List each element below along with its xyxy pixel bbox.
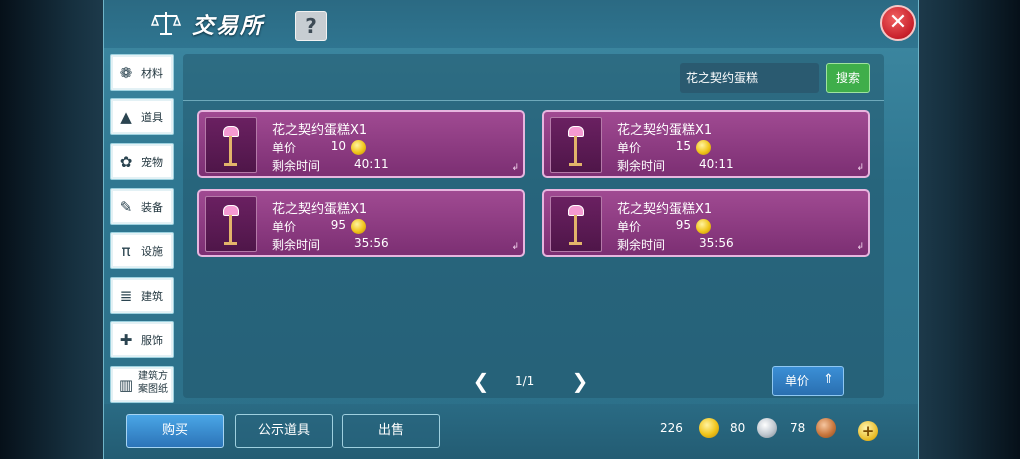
listing-card[interactable]: 花之契约蛋糕X1 单价 10 剩余时间 40:11 ↲ bbox=[197, 110, 525, 178]
price-label: 单价 bbox=[272, 141, 297, 155]
category-materials[interactable]: ❁ 材料 bbox=[110, 54, 174, 91]
time-label: 剩余时间 bbox=[272, 159, 321, 173]
blueprint-icon: ▥ bbox=[118, 376, 134, 394]
clothing-icon: ✚ bbox=[119, 331, 133, 349]
silver-coin-icon bbox=[757, 418, 777, 438]
item-name: 花之契约蛋糕X1 bbox=[272, 202, 368, 217]
listing-area: 花之契约蛋糕 搜索 花之契约蛋糕X1 单价 10 剩余时间 40:11 ↲ 花之… bbox=[183, 54, 884, 398]
help-button[interactable]: ? bbox=[295, 11, 327, 41]
page-indicator: 1/1 bbox=[515, 374, 535, 388]
time-label: 剩余时间 bbox=[272, 238, 321, 252]
add-currency-button[interactable]: + bbox=[858, 421, 878, 441]
price-label: 单价 bbox=[272, 220, 297, 234]
time-value: 35:56 bbox=[354, 236, 389, 250]
price-value: 10 bbox=[330, 139, 346, 153]
time-label: 剩余时间 bbox=[617, 238, 666, 252]
listing-card[interactable]: 花之契约蛋糕X1 单价 95 剩余时间 35:56 ↲ bbox=[197, 189, 525, 257]
corner-mark-icon: ↲ bbox=[856, 242, 864, 252]
item-name: 花之契约蛋糕X1 bbox=[617, 123, 713, 138]
sort-by-price-button[interactable]: 单价 ⇑ bbox=[772, 366, 844, 396]
facility-icon: π bbox=[121, 242, 131, 260]
listing-card[interactable]: 花之契约蛋糕X1 单价 95 剩余时间 35:56 ↲ bbox=[542, 189, 870, 257]
time-value: 35:56 bbox=[699, 236, 734, 250]
price-value: 15 bbox=[675, 139, 691, 153]
item-thumbnail bbox=[550, 117, 602, 173]
search-input[interactable]: 花之契约蛋糕 bbox=[680, 63, 819, 93]
category-label: 建筑 bbox=[141, 290, 163, 303]
item-name: 花之契约蛋糕X1 bbox=[617, 202, 713, 217]
gold-coin-icon bbox=[696, 140, 711, 155]
category-equipment[interactable]: ✎ 装备 bbox=[110, 188, 174, 225]
item-thumbnail bbox=[205, 196, 257, 252]
category-items[interactable]: ▲ 道具 bbox=[110, 98, 174, 135]
gold-coin-icon bbox=[351, 140, 366, 155]
search-button[interactable]: 搜索 bbox=[826, 63, 870, 93]
category-label: 装备 bbox=[141, 201, 163, 214]
category-label: 服饰 bbox=[141, 334, 163, 347]
prev-page-icon[interactable]: ❮ bbox=[472, 371, 490, 391]
item-thumbnail bbox=[205, 117, 257, 173]
sort-arrow-icon: ⇑ bbox=[823, 372, 834, 387]
tab-public-items[interactable]: 公示道具 bbox=[235, 414, 333, 448]
bottom-bar: 购买 公示道具 出售 226 80 78 + bbox=[104, 404, 918, 459]
trading-panel: 交易所 ? ✕ ❁ 材料 ▲ 道具 ✿ 宠物 ✎ 装备 π 设施 ≣ 建筑 ✚ bbox=[103, 0, 919, 459]
close-button[interactable]: ✕ bbox=[880, 5, 916, 41]
category-pets[interactable]: ✿ 宠物 bbox=[110, 143, 174, 180]
gold-coin-icon bbox=[699, 418, 719, 438]
gold-coin-icon bbox=[696, 219, 711, 234]
listing-card[interactable]: 花之契约蛋糕X1 单价 15 剩余时间 40:11 ↲ bbox=[542, 110, 870, 178]
category-label: 材料 bbox=[141, 67, 163, 80]
title-bar: 交易所 ? ✕ bbox=[104, 0, 918, 48]
gold-amount: 226 bbox=[660, 421, 683, 435]
corner-mark-icon: ↲ bbox=[511, 163, 519, 173]
silver-amount: 80 bbox=[730, 421, 746, 435]
bronze-amount: 78 bbox=[790, 421, 806, 435]
time-label: 剩余时间 bbox=[617, 159, 666, 173]
category-label: 设施 bbox=[141, 245, 163, 258]
corner-mark-icon: ↲ bbox=[856, 163, 864, 173]
materials-icon: ❁ bbox=[119, 64, 133, 82]
category-blueprints[interactable]: ▥ 建筑方案图纸 bbox=[110, 366, 174, 403]
price-label: 单价 bbox=[617, 220, 642, 234]
scale-icon bbox=[150, 12, 182, 35]
sort-label: 单价 bbox=[785, 374, 810, 388]
building-icon: ≣ bbox=[119, 287, 133, 305]
equipment-icon: ✎ bbox=[119, 198, 133, 216]
left-backdrop bbox=[0, 0, 104, 459]
price-value: 95 bbox=[330, 218, 346, 232]
item-thumbnail bbox=[550, 196, 602, 252]
pet-paw-icon: ✿ bbox=[119, 153, 133, 171]
gold-coin-icon bbox=[351, 219, 366, 234]
bronze-coin-icon bbox=[816, 418, 836, 438]
category-facilities[interactable]: π 设施 bbox=[110, 232, 174, 269]
right-backdrop bbox=[916, 0, 1020, 459]
category-label: 建筑方案图纸 bbox=[138, 371, 168, 395]
page-title: 交易所 bbox=[192, 14, 265, 39]
category-clothing[interactable]: ✚ 服饰 bbox=[110, 321, 174, 358]
time-value: 40:11 bbox=[354, 157, 389, 171]
item-name: 花之契约蛋糕X1 bbox=[272, 123, 368, 138]
divider bbox=[183, 100, 884, 101]
tab-sell[interactable]: 出售 bbox=[342, 414, 440, 448]
category-label: 道具 bbox=[141, 111, 163, 124]
next-page-icon[interactable]: ❯ bbox=[571, 371, 589, 391]
corner-mark-icon: ↲ bbox=[511, 242, 519, 252]
tab-buy[interactable]: 购买 bbox=[126, 414, 224, 448]
price-label: 单价 bbox=[617, 141, 642, 155]
time-value: 40:11 bbox=[699, 157, 734, 171]
category-label: 宠物 bbox=[141, 156, 163, 169]
price-value: 95 bbox=[675, 218, 691, 232]
category-buildings[interactable]: ≣ 建筑 bbox=[110, 277, 174, 314]
item-icon: ▲ bbox=[120, 108, 132, 126]
